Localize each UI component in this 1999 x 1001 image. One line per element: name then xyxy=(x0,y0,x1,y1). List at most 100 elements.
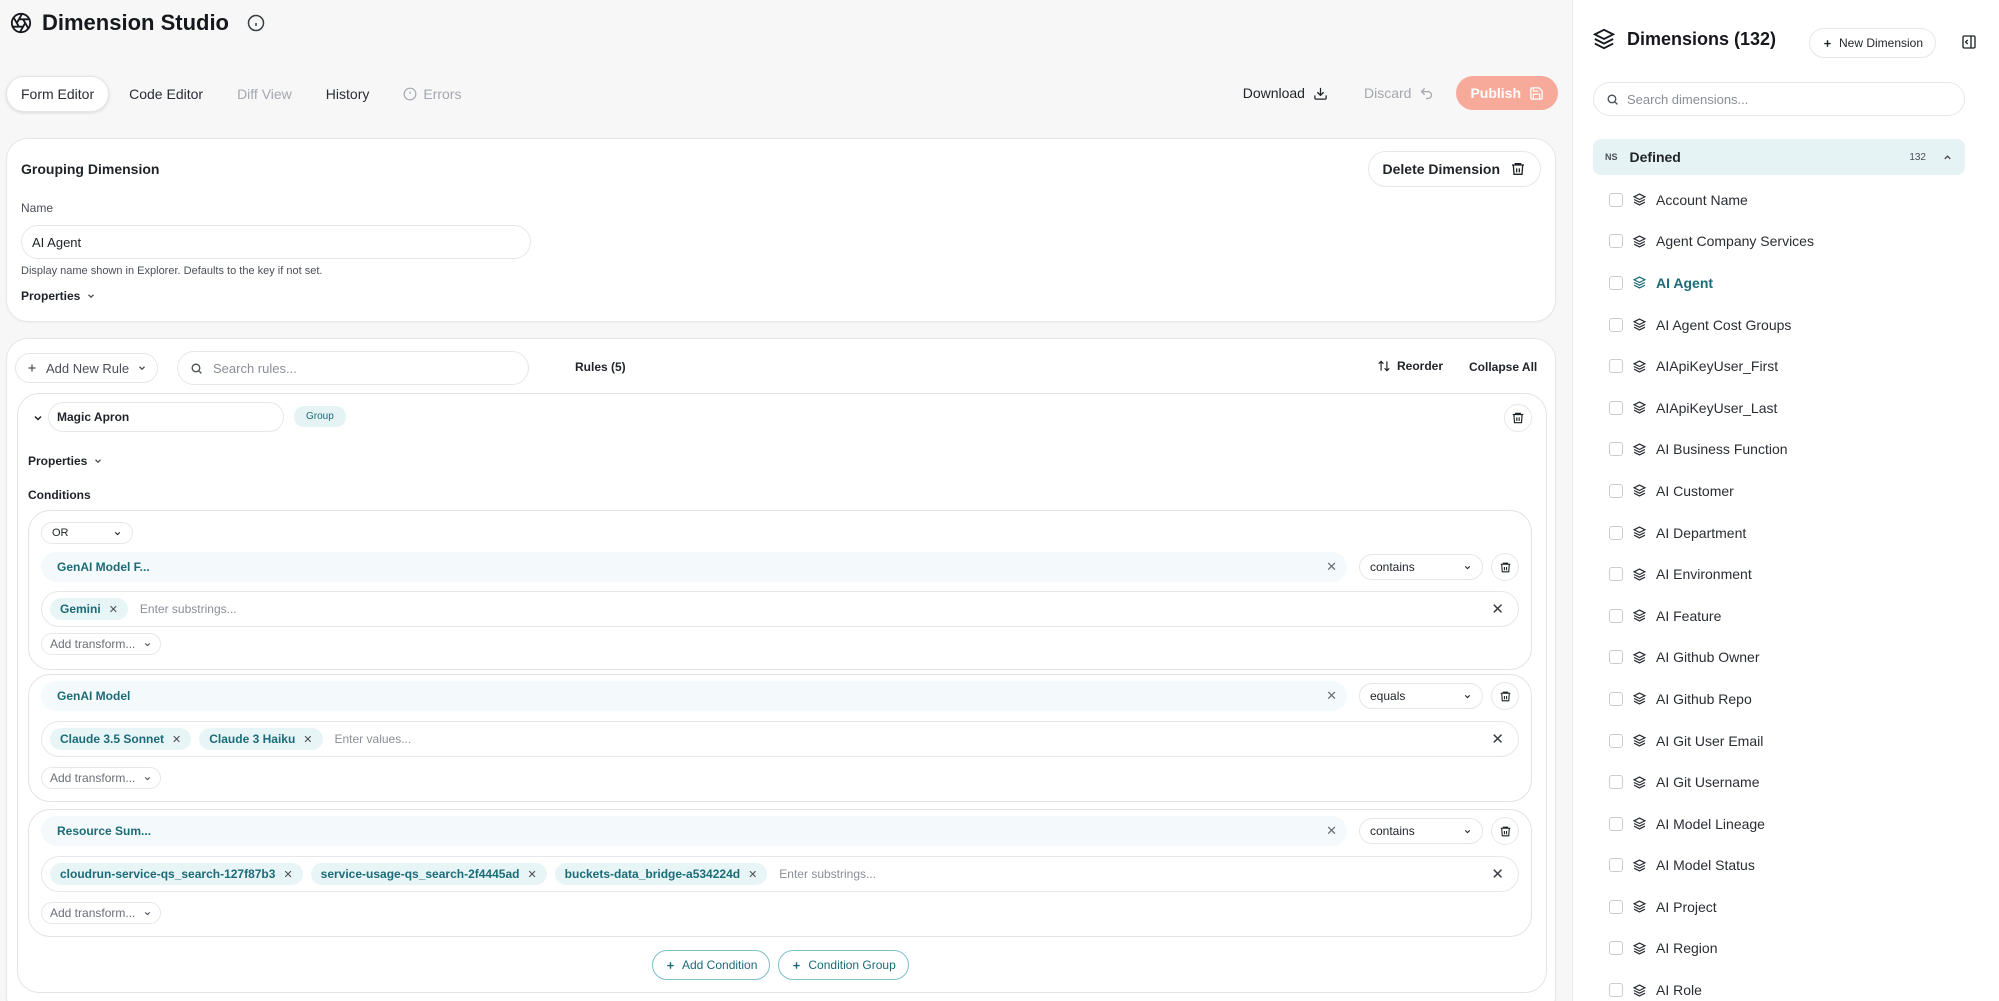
collapse-panel-icon[interactable] xyxy=(1961,34,1977,50)
trash-icon[interactable] xyxy=(1491,682,1519,710)
sidebar-item-dimension[interactable]: AI Customer xyxy=(1609,470,1965,512)
operator-select[interactable]: contains xyxy=(1359,554,1483,580)
select-checkbox[interactable] xyxy=(1609,608,1623,623)
sidebar-item-dimension[interactable]: AI Business Function xyxy=(1609,429,1965,471)
sidebar-item-dimension[interactable]: AI Environment xyxy=(1609,553,1965,595)
reorder-button[interactable]: Reorder xyxy=(1377,359,1443,373)
select-checkbox[interactable] xyxy=(1609,691,1623,706)
download-button[interactable]: Download xyxy=(1229,76,1342,110)
condition-values-input[interactable]: Claude 3.5 Sonnet ✕ Claude 3 Haiku ✕ Enter… xyxy=(41,721,1519,757)
properties-toggle[interactable]: Properties xyxy=(21,289,96,303)
add-condition-button[interactable]: Add Condition xyxy=(652,950,771,980)
rule-name-input[interactable]: Magic Apron xyxy=(48,402,284,432)
select-checkbox[interactable] xyxy=(1609,234,1623,249)
condition-values-input[interactable]: cloudrun-service-qs_search-127f87b3 ✕ ser… xyxy=(41,856,1519,892)
select-checkbox[interactable] xyxy=(1609,400,1623,415)
sidebar-item-dimension[interactable]: AI Project xyxy=(1609,886,1965,928)
sidebar-item-dimension[interactable]: AI Agent Cost Groups xyxy=(1609,304,1965,346)
collapse-all-button[interactable]: Collapse All xyxy=(1469,360,1537,374)
clear-field-icon[interactable]: ✕ xyxy=(1326,559,1337,575)
select-checkbox[interactable] xyxy=(1609,816,1623,831)
logic-operator-select[interactable]: OR xyxy=(41,522,133,544)
remove-chip-icon[interactable]: ✕ xyxy=(748,868,757,881)
sidebar-item-dimension[interactable]: AI Github Repo xyxy=(1609,678,1965,720)
chevron-down-icon xyxy=(1463,692,1472,701)
select-checkbox[interactable] xyxy=(1609,567,1623,582)
trash-icon[interactable] xyxy=(1504,404,1532,432)
sidebar-item-dimension[interactable]: AI Git User Email xyxy=(1609,720,1965,762)
search-dimensions-input[interactable]: Search dimensions... xyxy=(1593,82,1965,116)
remove-chip-icon[interactable]: ✕ xyxy=(172,733,181,746)
add-transform-select[interactable]: Add transform... xyxy=(41,633,162,655)
select-checkbox[interactable] xyxy=(1609,733,1623,748)
sidebar-item-dimension[interactable]: AIApiKeyUser_Last xyxy=(1609,387,1965,429)
tab-code-editor[interactable]: Code Editor xyxy=(115,76,217,112)
sidebar-item-dimension[interactable]: AI Feature xyxy=(1609,595,1965,637)
sidebar-item-dimension[interactable]: Agent Company Services xyxy=(1609,221,1965,263)
condition-group-button[interactable]: Condition Group xyxy=(778,950,909,980)
select-checkbox[interactable] xyxy=(1609,858,1623,873)
sidebar-item-dimension[interactable]: AI Git Username xyxy=(1609,761,1965,803)
select-checkbox[interactable] xyxy=(1609,775,1623,790)
add-transform-select[interactable]: Add transform... xyxy=(41,767,162,789)
condition-field-select[interactable]: GenAI Model ✕ xyxy=(41,681,1347,711)
remove-chip-icon[interactable]: ✕ xyxy=(283,868,292,881)
tab-errors[interactable]: Errors xyxy=(389,76,475,112)
tab-history[interactable]: History xyxy=(312,76,384,112)
select-checkbox[interactable] xyxy=(1609,442,1623,457)
condition-field-select[interactable]: GenAI Model F... ✕ xyxy=(41,552,1347,582)
select-checkbox[interactable] xyxy=(1609,941,1623,956)
defined-group-header[interactable]: NS Defined 132 xyxy=(1593,139,1965,175)
select-checkbox[interactable] xyxy=(1609,317,1623,332)
select-checkbox[interactable] xyxy=(1609,899,1623,914)
clear-field-icon[interactable]: ✕ xyxy=(1326,823,1337,839)
discard-button[interactable]: Discard xyxy=(1350,76,1448,110)
remove-chip-icon[interactable]: ✕ xyxy=(109,603,118,616)
operator-select[interactable]: contains xyxy=(1359,818,1483,844)
remove-chip-icon[interactable]: ✕ xyxy=(527,868,536,881)
chevron-down-icon xyxy=(1463,827,1472,836)
sidebar-item-dimension[interactable]: Account Name xyxy=(1609,179,1965,221)
add-new-rule-button[interactable]: Add New Rule xyxy=(15,353,159,383)
sidebar-item-dimension[interactable]: AI Github Owner xyxy=(1609,637,1965,679)
select-checkbox[interactable] xyxy=(1609,275,1623,290)
select-checkbox[interactable] xyxy=(1609,525,1623,540)
sidebar-item-dimension[interactable]: AI Model Status xyxy=(1609,845,1965,887)
search-rules-input[interactable]: Search rules... xyxy=(177,351,529,385)
sidebar-item-dimension[interactable]: AI Model Lineage xyxy=(1609,803,1965,845)
select-checkbox[interactable] xyxy=(1609,983,1623,998)
trash-icon[interactable] xyxy=(1491,553,1519,581)
condition-2-header: GenAI Model ✕ equals xyxy=(41,681,1519,711)
publish-button[interactable]: Publish xyxy=(1456,76,1558,110)
operator-select[interactable]: equals xyxy=(1359,683,1483,709)
sidebar-item-dimension[interactable]: AI Region xyxy=(1609,928,1965,970)
condition-field-select[interactable]: Resource Sum... ✕ xyxy=(41,816,1347,846)
clear-field-icon[interactable]: ✕ xyxy=(1326,688,1337,704)
info-icon[interactable] xyxy=(247,14,265,32)
select-checkbox[interactable] xyxy=(1609,192,1623,207)
select-checkbox[interactable] xyxy=(1609,359,1623,374)
tab-diff-view[interactable]: Diff View xyxy=(223,76,306,112)
delete-dimension-button[interactable]: Delete Dimension xyxy=(1367,151,1541,187)
trash-icon[interactable] xyxy=(1491,817,1519,845)
sidebar-item-dimension[interactable]: AIApiKeyUser_First xyxy=(1609,345,1965,387)
rule-properties-toggle[interactable]: Properties xyxy=(28,454,103,468)
clear-values-icon[interactable]: ✕ xyxy=(1491,730,1504,748)
remove-chip-icon[interactable]: ✕ xyxy=(303,733,312,746)
layers-icon xyxy=(1633,942,1646,955)
select-checkbox[interactable] xyxy=(1609,483,1623,498)
condition-values-input[interactable]: Gemini ✕ Enter substrings... ✕ xyxy=(41,591,1519,627)
sidebar-item-dimension[interactable]: AI Role xyxy=(1609,969,1965,1001)
tab-form-editor[interactable]: Form Editor xyxy=(6,76,110,112)
name-input[interactable]: AI Agent xyxy=(21,225,531,259)
chevron-down-icon xyxy=(1463,563,1472,572)
select-checkbox[interactable] xyxy=(1609,650,1623,665)
new-dimension-button[interactable]: New Dimension xyxy=(1809,28,1937,58)
clear-values-icon[interactable]: ✕ xyxy=(1491,865,1504,883)
chevron-down-icon xyxy=(143,640,152,649)
chevron-down-icon[interactable] xyxy=(32,412,44,424)
sidebar-item-dimension[interactable]: AI Department xyxy=(1609,512,1965,554)
clear-values-icon[interactable]: ✕ xyxy=(1491,600,1504,618)
sidebar-item-dimension[interactable]: AI Agent xyxy=(1609,262,1965,304)
add-transform-select[interactable]: Add transform... xyxy=(41,902,162,924)
